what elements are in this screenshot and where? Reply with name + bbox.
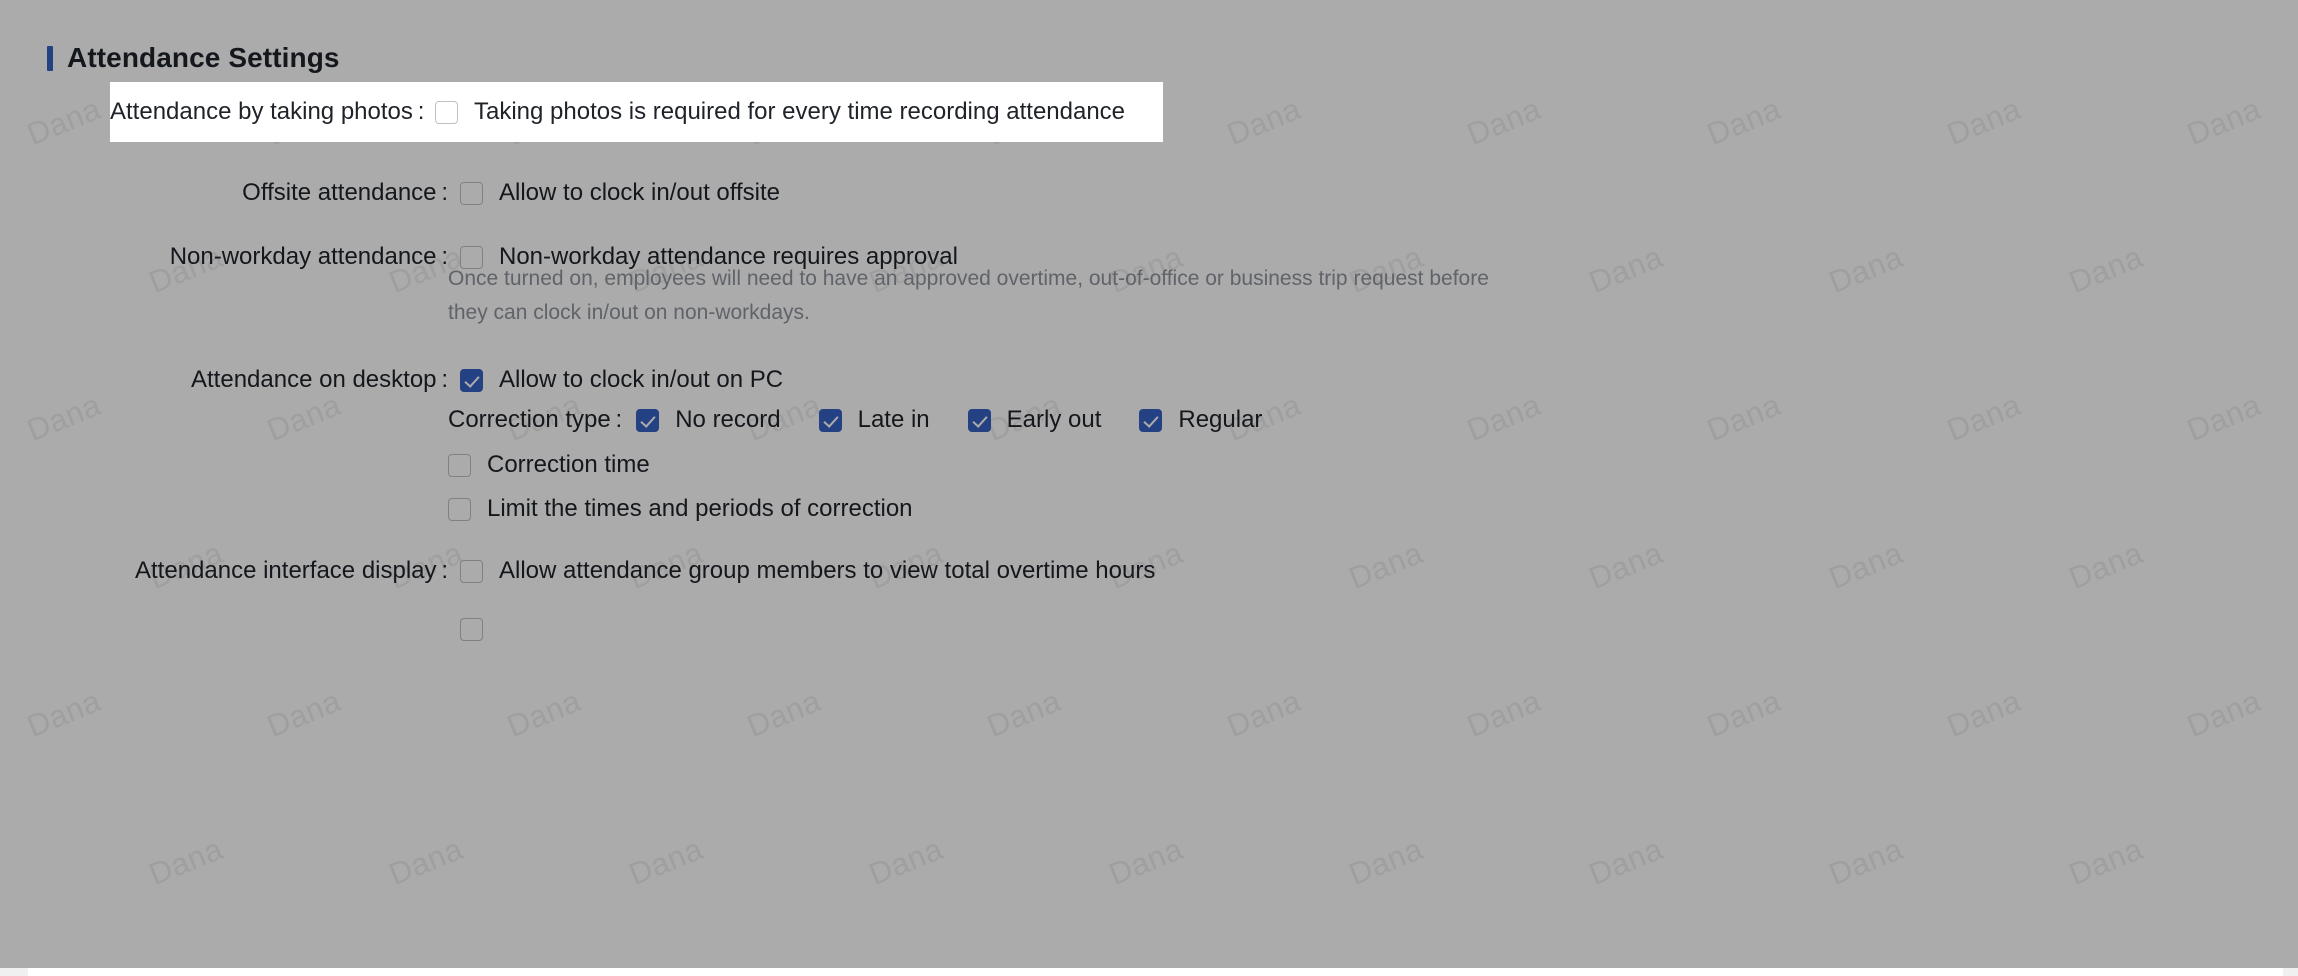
- checkbox-correction-type-no-record[interactable]: [636, 409, 659, 432]
- label-limit-correction: Limit the times and periods of correctio…: [487, 492, 913, 526]
- checkbox-correction-type-late-in[interactable]: [819, 409, 842, 432]
- checkbox-offsite-attendance[interactable]: [460, 182, 483, 205]
- label-correction-type-regular: Regular: [1178, 403, 1262, 437]
- title-accent-bar: [47, 46, 53, 71]
- label-correction-type-late-in: Late in: [858, 403, 930, 437]
- row-label-nonworkday-attendance: Non-workday attendance :: [28, 240, 460, 274]
- row-body-clock-correction: Allow to clock in/out on PC: [460, 363, 783, 397]
- checkbox-correction-type-early-out[interactable]: [968, 409, 991, 432]
- setting-row-attendance-desktop: Attendance interface display : Allow att…: [28, 554, 1155, 588]
- row-body-offsite-attendance: Allow to clock in/out offsite: [460, 176, 780, 210]
- spotlight-row-body: Taking photos is required for every time…: [435, 95, 1125, 129]
- spotlight-checkbox-attendance-photos[interactable]: [435, 101, 458, 124]
- checkbox-label-attendance-desktop: Allow attendance group members to view t…: [499, 554, 1155, 588]
- attendance-settings-page: DanaDanaDanaDanaDanaDanaDanaDanaDanaDana…: [0, 0, 2298, 968]
- correction-type-option-late-in[interactable]: Late in: [819, 403, 930, 437]
- row-body-attendance-desktop: Allow attendance group members to view t…: [460, 554, 1155, 588]
- setting-row-clock-correction: Attendance on desktop : Allow to clock i…: [28, 363, 783, 397]
- checkbox-label-offsite-attendance: Allow to clock in/out offsite: [499, 176, 780, 210]
- checkbox-attendance-desktop[interactable]: [460, 560, 483, 583]
- spotlight-highlight-attendance-photos: Attendance by taking photos : Taking pho…: [110, 82, 1163, 142]
- spotlight-row-content: Attendance by taking photos : Taking pho…: [110, 82, 1163, 142]
- setting-row-correction-time: Correction time: [448, 448, 650, 482]
- checkbox-limit-correction[interactable]: [448, 498, 471, 521]
- correction-type-label: Correction type :: [448, 406, 622, 434]
- label-correction-time: Correction time: [487, 448, 650, 482]
- settings-content: Attendance Settings Attendance by taking…: [28, 16, 2283, 976]
- label-correction-type-no-record: No record: [675, 403, 780, 437]
- correction-type-group-row: Correction type : No record Late in Earl…: [448, 403, 1262, 437]
- checkbox-clock-correction[interactable]: [460, 369, 483, 392]
- correction-type-option-no-record[interactable]: No record: [636, 403, 780, 437]
- setting-row-offsite-attendance: Offsite attendance : Allow to clock in/o…: [28, 176, 780, 210]
- checkbox-correction-type-regular[interactable]: [1139, 409, 1162, 432]
- label-correction-type-early-out: Early out: [1007, 403, 1102, 437]
- correction-type-options: Correction type : No record Late in Earl…: [448, 403, 1262, 437]
- correction-type-option-regular[interactable]: Regular: [1139, 403, 1262, 437]
- setting-row-attendance-interface-display: [28, 618, 499, 641]
- page-title-group: Attendance Settings: [47, 42, 340, 74]
- row-body-attendance-interface-display: [460, 618, 499, 641]
- spotlight-row-label: Attendance by taking photos :: [110, 98, 435, 126]
- page-title: Attendance Settings: [67, 42, 340, 74]
- row-label-attendance-desktop: Attendance interface display :: [28, 554, 460, 588]
- spotlight-checkbox-label-attendance-photos: Taking photos is required for every time…: [474, 95, 1125, 129]
- setting-row-limit-correction: Limit the times and periods of correctio…: [448, 492, 913, 526]
- row-body-limit-correction: Limit the times and periods of correctio…: [448, 492, 913, 526]
- checkbox-correction-time[interactable]: [448, 454, 471, 477]
- settings-card: DanaDanaDanaDanaDanaDanaDanaDanaDanaDana…: [28, 16, 2283, 976]
- row-label-clock-correction: Attendance on desktop :: [28, 363, 460, 397]
- checkbox-attendance-interface-display[interactable]: [460, 618, 483, 641]
- correction-type-option-early-out[interactable]: Early out: [968, 403, 1102, 437]
- row-body-correction-time: Correction time: [448, 448, 650, 482]
- description-nonworkday-attendance: Once turned on, employees will need to h…: [448, 262, 1508, 330]
- row-label-offsite-attendance: Offsite attendance :: [28, 176, 460, 210]
- checkbox-label-clock-correction: Allow to clock in/out on PC: [499, 363, 783, 397]
